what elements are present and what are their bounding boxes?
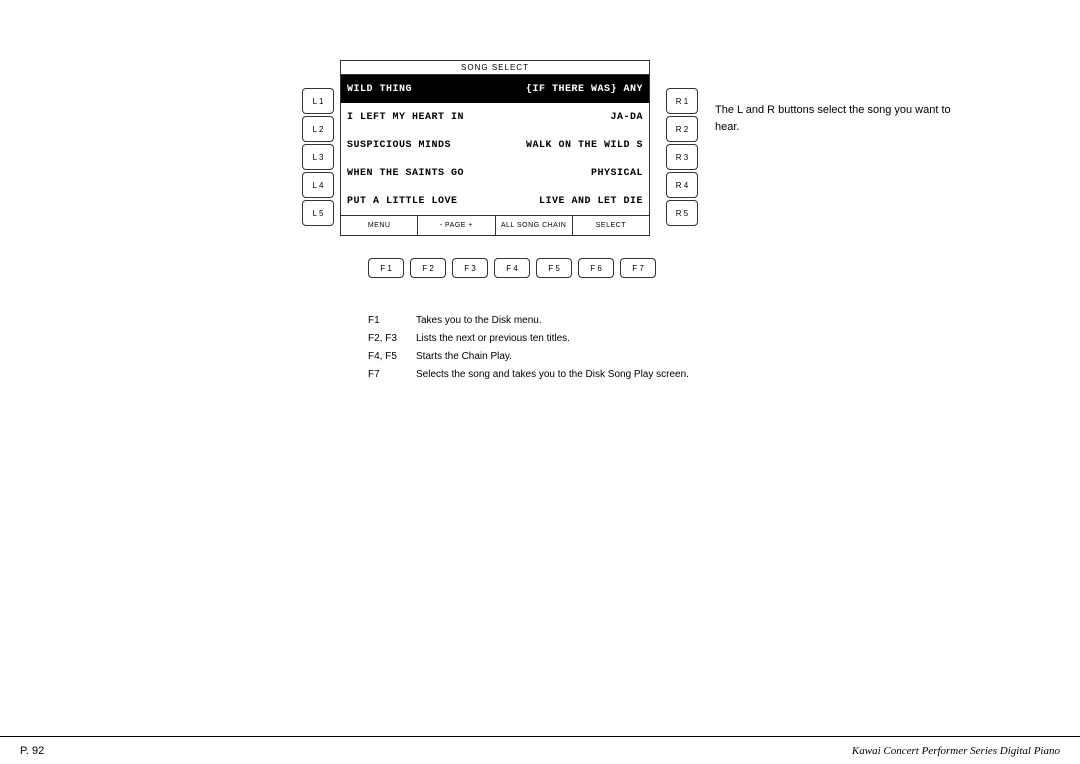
song-row-2[interactable]: I LEFT MY HEART INJA-DA [341, 103, 649, 131]
song-row-right-4: PHYSICAL [495, 168, 649, 179]
song-row-right-1: {IF THERE WAS} ANY [495, 84, 649, 95]
f-button-5[interactable]: F 5 [536, 258, 572, 278]
song-list: WILD THING{IF THERE WAS} ANYI LEFT MY HE… [341, 75, 649, 215]
fn-bar-item-1[interactable]: MENU [341, 216, 418, 235]
song-row-left-2: I LEFT MY HEART IN [341, 112, 495, 123]
description-text: The L and R buttons select the song you … [715, 102, 975, 135]
song-row-left-1: WILD THING [341, 84, 495, 95]
note-key-1: F1 [368, 312, 408, 330]
song-row-left-4: WHEN THE SAINTS GO [341, 168, 495, 179]
f-button-group: F 1 F 2 F 3 F 4 F 5 F 6 F 7 [368, 258, 656, 278]
note-row-1: F1 Takes you to the Disk menu. [368, 312, 768, 330]
song-row-right-5: LIVE AND LET DIE [495, 196, 649, 207]
left-button-group: L 1L 2L 3L 4L 5 [302, 88, 334, 226]
note-row-4: F7 Selects the song and takes you to the … [368, 366, 768, 384]
song-row-3[interactable]: SUSPICIOUS MINDSWALK ON THE WILD S [341, 131, 649, 159]
screen-area: SONG SELECT WILD THING{IF THERE WAS} ANY… [340, 60, 760, 236]
note-key-2: F2, F3 [368, 330, 408, 348]
fn-bar-item-4[interactable]: SELECT [573, 216, 649, 235]
note-key-4: F7 [368, 366, 408, 384]
left-button-3[interactable]: L 3 [302, 144, 334, 170]
note-value-4: Selects the song and takes you to the Di… [416, 366, 689, 384]
song-row-5[interactable]: PUT A LITTLE LOVELIVE AND LET DIE [341, 187, 649, 215]
f-button-4[interactable]: F 4 [494, 258, 530, 278]
footer-brand: Kawai Concert Performer Series Digital P… [852, 745, 1060, 757]
f-button-6[interactable]: F 6 [578, 258, 614, 278]
fn-bar-item-2[interactable]: - PAGE + [418, 216, 495, 235]
left-button-5[interactable]: L 5 [302, 200, 334, 226]
page-footer: P. 92 Kawai Concert Performer Series Dig… [0, 736, 1080, 764]
song-row-right-3: WALK ON THE WILD S [495, 140, 649, 151]
song-row-left-5: PUT A LITTLE LOVE [341, 196, 495, 207]
note-value-3: Starts the Chain Play. [416, 348, 512, 366]
footer-page-number: P. 92 [20, 745, 44, 757]
song-row-left-3: SUSPICIOUS MINDS [341, 140, 495, 151]
f-button-2[interactable]: F 2 [410, 258, 446, 278]
screen-title: SONG SELECT [341, 61, 649, 75]
note-row-2: F2, F3 Lists the next or previous ten tit… [368, 330, 768, 348]
left-button-1[interactable]: L 1 [302, 88, 334, 114]
display-screen: SONG SELECT WILD THING{IF THERE WAS} ANY… [340, 60, 650, 236]
note-value-2: Lists the next or previous ten titles. [416, 330, 570, 348]
left-button-2[interactable]: L 2 [302, 116, 334, 142]
function-bar: MENU- PAGE +ALL SONG CHAINSELECT [341, 215, 649, 235]
note-value-1: Takes you to the Disk menu. [416, 312, 542, 330]
song-row-1[interactable]: WILD THING{IF THERE WAS} ANY [341, 75, 649, 103]
note-row-3: F4, F5 Starts the Chain Play. [368, 348, 768, 366]
notes-section: F1 Takes you to the Disk menu. F2, F3 Lists… [368, 312, 768, 384]
f-button-7[interactable]: F 7 [620, 258, 656, 278]
f-button-3[interactable]: F 3 [452, 258, 488, 278]
f-button-1[interactable]: F 1 [368, 258, 404, 278]
left-button-4[interactable]: L 4 [302, 172, 334, 198]
fn-bar-item-3[interactable]: ALL SONG CHAIN [496, 216, 573, 235]
note-key-3: F4, F5 [368, 348, 408, 366]
song-row-4[interactable]: WHEN THE SAINTS GOPHYSICAL [341, 159, 649, 187]
song-row-right-2: JA-DA [495, 112, 649, 123]
